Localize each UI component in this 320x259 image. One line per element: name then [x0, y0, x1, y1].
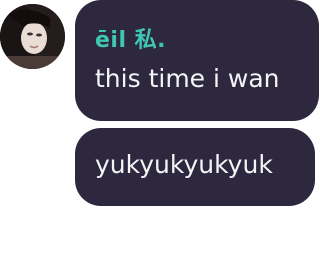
username-label[interactable]: ēil 私. — [95, 22, 166, 54]
message-text-second: yukyukyukyuk — [95, 150, 273, 179]
chat-thread: ēil 私. this time i wan yukyukyukyuk — [0, 0, 320, 259]
user-avatar[interactable] — [0, 4, 65, 69]
message-bubble-first[interactable]: ēil 私. this time i wan — [75, 0, 319, 121]
message-text-first: this time i wan — [95, 64, 280, 93]
message-bubble-second[interactable]: yukyukyukyuk — [75, 128, 315, 206]
avatar-photo-icon — [0, 4, 65, 69]
